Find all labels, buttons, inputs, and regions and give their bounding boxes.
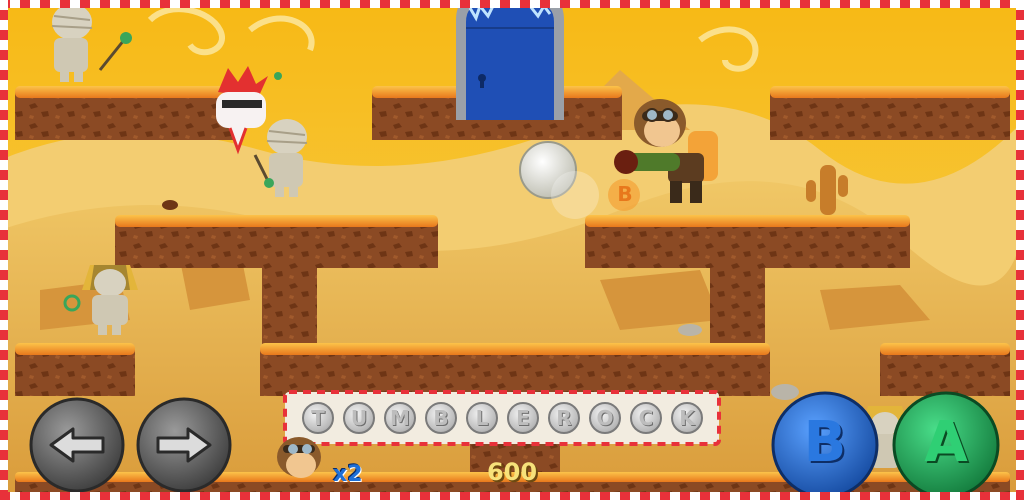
border-bottom: [0, 492, 1024, 500]
score-value: 600: [486, 458, 538, 486]
a-action-button[interactable]: A: [894, 393, 998, 497]
word-letter-tile: B: [425, 402, 457, 434]
word-letter-tile: T: [302, 402, 334, 434]
exit-door: [456, 0, 564, 120]
word-letter-tile: M: [384, 402, 416, 434]
word-letter-tile: L: [466, 402, 498, 434]
move-right-button[interactable]: [138, 399, 230, 491]
word-letter-tile: K: [671, 402, 703, 434]
move-left-button[interactable]: [31, 399, 123, 491]
arrow-left-icon: [49, 427, 105, 463]
platform-lower-left: [15, 343, 135, 396]
tumble-rock-trail: [551, 171, 599, 219]
word-letter-tile: O: [589, 402, 621, 434]
border-left: [0, 0, 8, 500]
word-bar: TUMBLEROCK: [296, 394, 716, 442]
b-action-button[interactable]: B: [773, 393, 877, 497]
arrow-right-icon: [156, 427, 212, 463]
border-right: [1016, 0, 1024, 500]
word-letter-tile: E: [507, 402, 539, 434]
lives-count: x2: [333, 462, 363, 487]
word-letter-tile: R: [548, 402, 580, 434]
platform-top-left: [15, 86, 235, 140]
word-letter-tile: C: [630, 402, 662, 434]
letter-pickup-label: B: [617, 182, 633, 206]
platform-lower-right: [880, 343, 1010, 396]
platform-top-right: [770, 86, 1010, 140]
word-letter-tile: U: [343, 402, 375, 434]
game-stage: TUMBLEROCK B B A x2 600: [0, 0, 1024, 500]
border-top: [0, 0, 1024, 8]
